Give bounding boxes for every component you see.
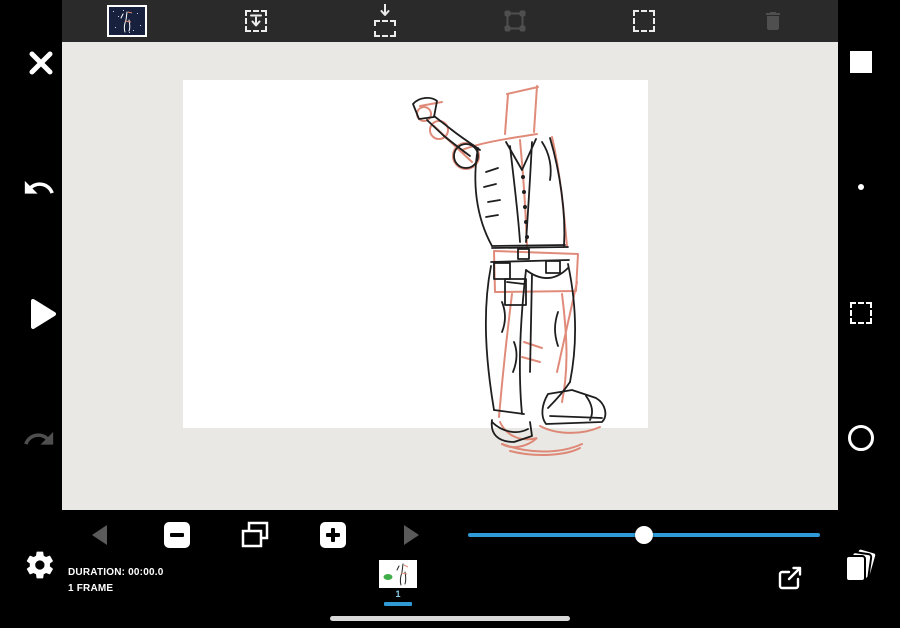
transform-handles-icon (504, 10, 526, 32)
select-tool-icon[interactable] (620, 0, 668, 42)
next-arrow-icon (404, 525, 419, 545)
circle-icon (848, 425, 874, 451)
current-frame-indicator (384, 602, 412, 606)
frame-count-label: 1 FRAME (68, 583, 114, 594)
shape-tool-button[interactable] (842, 419, 880, 457)
marquee-icon (850, 302, 872, 324)
redo-button[interactable] (20, 420, 58, 458)
plus-icon (320, 522, 346, 548)
export-icon (778, 566, 802, 590)
undo-button[interactable] (20, 169, 58, 207)
layers-icon (845, 548, 878, 582)
frame-preview-thumbnail[interactable] (103, 0, 151, 42)
paste-down-arrow-icon (244, 10, 267, 32)
undo-icon (24, 180, 54, 194)
duplicate-frame-button[interactable] (239, 520, 271, 550)
arrow-into-box-icon (372, 4, 398, 37)
selection-tool-button[interactable] (842, 294, 880, 332)
layers-button[interactable] (842, 547, 880, 585)
gesture-handle[interactable] (330, 616, 570, 621)
gear-icon (26, 551, 53, 579)
next-frame-button[interactable] (398, 522, 424, 548)
redo-icon (24, 431, 54, 445)
duplicate-icon (241, 521, 269, 548)
transform-selection-icon[interactable] (491, 0, 539, 42)
minus-icon (164, 522, 190, 548)
close-button[interactable] (22, 44, 60, 82)
brush-size-button[interactable] (842, 168, 880, 206)
insert-frame-before-icon[interactable] (232, 0, 280, 42)
playhead-knob[interactable] (635, 526, 653, 544)
frame-thumbnail-image (106, 5, 147, 37)
top-toolbar (62, 0, 838, 42)
settings-button[interactable] (21, 546, 59, 584)
color-swatch-button[interactable] (842, 43, 880, 81)
add-frame-button[interactable] (320, 522, 346, 548)
trash-icon (766, 12, 781, 30)
remove-frame-button[interactable] (164, 522, 190, 548)
play-icon (31, 299, 56, 329)
close-icon (29, 51, 53, 75)
export-button[interactable] (776, 564, 804, 592)
canvas-sketch (183, 80, 648, 456)
prev-frame-button[interactable] (87, 522, 113, 548)
insert-frame-after-icon[interactable] (361, 0, 409, 42)
frame-number: 1 (395, 589, 401, 599)
animation-app-window: DURATION: 00:00.0 1 FRAME 1 (0, 0, 900, 628)
drawing-canvas[interactable] (62, 42, 838, 510)
duration-label: DURATION: 00:00.0 (68, 567, 164, 578)
brush-size-dot-icon (858, 184, 864, 190)
playback-slider[interactable] (468, 526, 820, 544)
play-button[interactable] (24, 295, 62, 333)
marquee-icon (632, 10, 655, 32)
timeline-frame-thumbnail[interactable] (379, 560, 417, 588)
timeline-frame-preview (379, 560, 417, 588)
delete-frame-icon[interactable] (749, 0, 797, 42)
current-color-swatch (850, 51, 872, 73)
prev-arrow-icon (92, 525, 107, 545)
